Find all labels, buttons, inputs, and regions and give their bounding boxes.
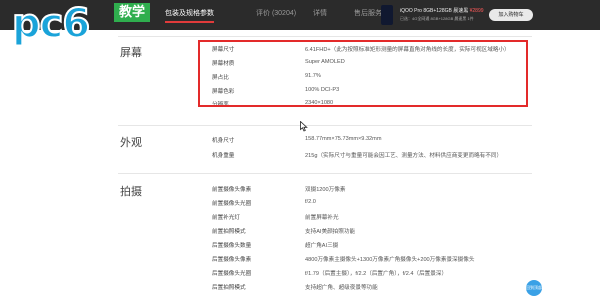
spec-label: 前置拍照模式 [212,229,246,235]
highlight-annotation-box [198,40,528,107]
spec-value: 支持AI美颜拍照功能 [305,229,356,235]
spec-label: 机身尺寸 [212,138,235,144]
spec-value: 4800万像素主摄像头+1300万像素广角摄像头+200万像素景深摄像头 [305,257,475,263]
spec-label: 前置补光灯 [212,215,240,221]
spec-label: 后置摄像头数量 [212,243,252,249]
product-name: iQOO Pro 8GB+128GB 晨速黑 ¥2899 [400,7,484,14]
product-thumbnail[interactable] [381,5,393,25]
spec-label: 机身重量 [212,153,235,159]
section-title-screen: 屏幕 [120,47,142,59]
spec-label: 前置摄像头像素 [212,187,252,193]
section-divider [118,173,532,174]
spec-value: 双摄1200万像素 [305,187,346,193]
tab-after-sales[interactable]: 售后服务 [354,8,382,18]
spec-label: 后置摄像头光圈 [212,271,252,277]
product-price: ¥2899 [469,8,484,14]
section-divider [118,36,532,37]
section-divider [118,125,532,126]
spec-value: 158.77mm×75.73mm×9.32mm [305,136,382,142]
spec-label: 后置摄像头像素 [212,257,252,263]
tab-specs[interactable]: 包装及规格参数 [165,8,214,23]
back-to-top-button[interactable]: 回到顶部 [526,280,542,296]
spec-value: f/2.0 [305,199,316,205]
spec-value: 215g（实际尺寸与重量可能会因工艺、测量方法、材料供应商变更而略有不同） [305,153,503,159]
spec-label: 后置拍照模式 [212,285,246,291]
product-title: iQOO Pro 8GB+128GB 晨速黑 [400,8,469,14]
section-title-appearance: 外观 [120,137,142,149]
section-title-camera: 拍摄 [120,186,142,198]
add-to-cart-button[interactable]: 加入购物车 [489,9,533,21]
product-selection: 已选：4G全网通 8GB+128GB 晨速黑 1件 [400,16,474,21]
tab-details[interactable]: 详情 [313,8,327,18]
logo-badge: 教学 [114,3,150,22]
spec-value: 超广角AI三摄 [305,243,339,249]
mouse-cursor-icon [300,121,308,132]
spec-label: 前置摄像头光圈 [212,201,252,207]
spec-value: f/1.79（后置主摄），f/2.2（后置广角），f/2.4（后置景深） [305,271,448,277]
logo-text: pc6 [11,0,91,48]
tab-reviews[interactable]: 评价 (30204) [256,8,296,18]
spec-value: 支持超广角、超级夜景等功能 [305,285,378,291]
spec-value: 前置屏幕补光 [305,215,339,221]
